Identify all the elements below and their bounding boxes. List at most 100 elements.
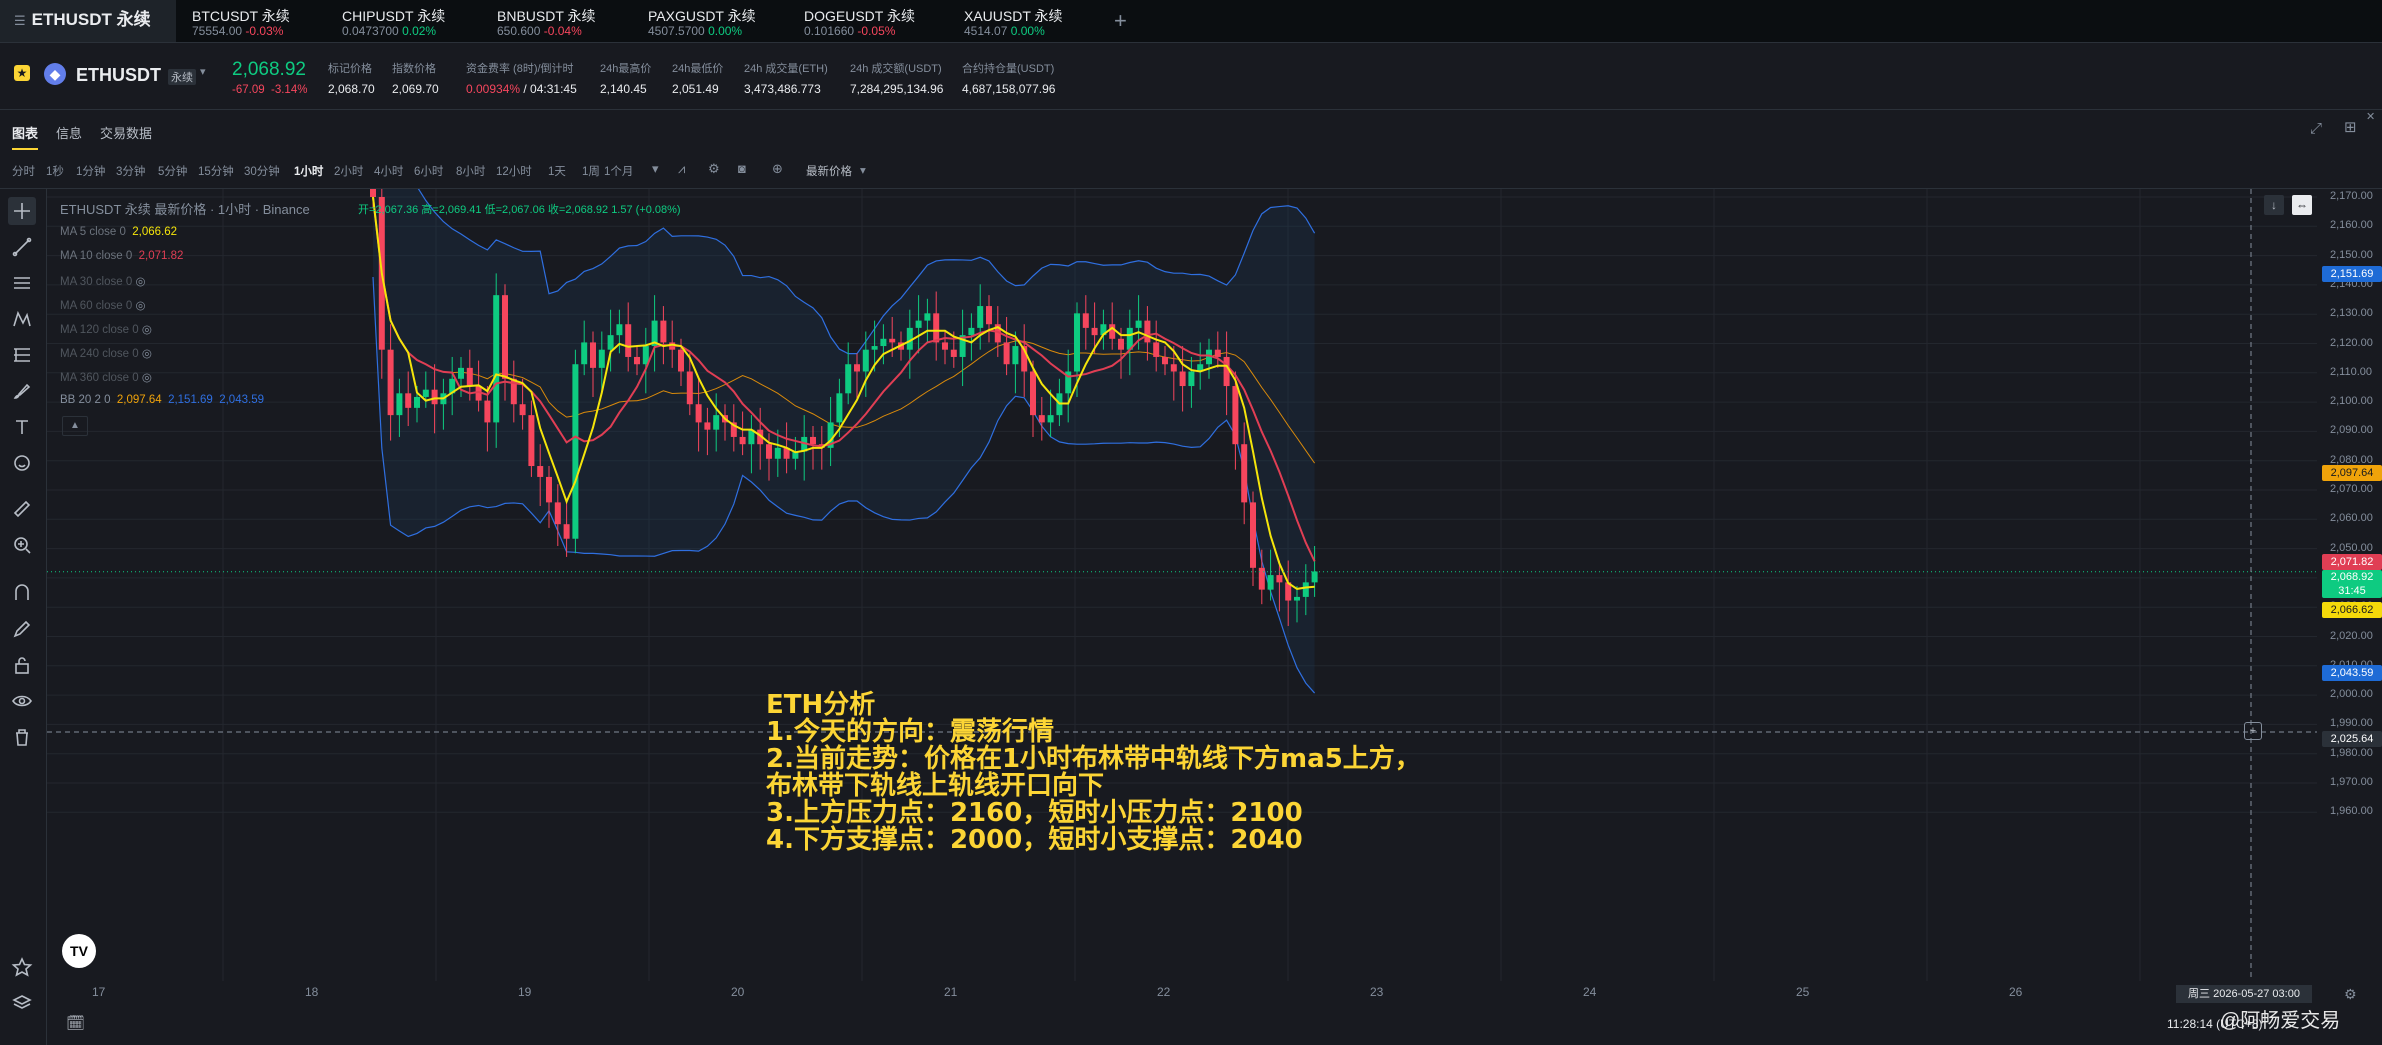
lock-icon[interactable]: [8, 651, 36, 679]
candle-body: [1074, 313, 1080, 372]
trendline-icon[interactable]: [8, 233, 36, 261]
interval-5[interactable]: 15分钟: [198, 163, 234, 179]
eye-off-icon[interactable]: ◎: [142, 324, 152, 336]
add-tab-icon[interactable]: +: [1114, 8, 1127, 34]
legend-ma240: MA 240 close 0 ◎: [60, 346, 152, 360]
collapse-legend-icon[interactable]: ▲: [62, 416, 88, 436]
candle-body: [1302, 582, 1309, 597]
crosshair-icon[interactable]: [8, 197, 36, 225]
close-icon[interactable]: ✕: [2366, 110, 2375, 123]
candle-body: [854, 364, 860, 372]
tab-ethusdt[interactable]: ☰ ETHUSDT 永续: [0, 0, 176, 42]
eye-off-icon[interactable]: ◎: [135, 276, 145, 288]
tab-paxgusdt[interactable]: PAXGUSDT 永续 4507.5700 0.00%: [634, 0, 786, 42]
interval-11[interactable]: 8小时: [456, 163, 485, 179]
legend-key: MA 240 close 0: [60, 348, 139, 360]
interval-toolbar: 分时 1秒 1分钟 3分钟 5分钟 15分钟 30分钟 1小时 2小时 4小时 6小时 8小时 12小时…: [0, 150, 2382, 189]
candle-body: [1267, 575, 1274, 590]
emoji-icon[interactable]: [8, 449, 36, 477]
tab-btcusdt[interactable]: BTCUSDT 永续 75554.00 -0.03%: [178, 0, 328, 42]
fib-icon[interactable]: [8, 341, 36, 369]
text-icon[interactable]: [8, 413, 36, 441]
price-tick: 2,050.00: [2330, 541, 2373, 554]
horizontal-lines-icon[interactable]: [8, 269, 36, 297]
chevron-down-icon[interactable]: ▾: [200, 65, 206, 78]
interval-2[interactable]: 1分钟: [76, 163, 105, 179]
zoom-in-icon[interactable]: [8, 531, 36, 559]
interval-6[interactable]: 30分钟: [244, 163, 280, 179]
symbol-name[interactable]: ETHUSDT: [76, 65, 161, 86]
stat-24h-high: 24h最高价 2,140.45: [600, 60, 651, 96]
scroll-down-icon[interactable]: ↓: [2264, 195, 2284, 215]
layout-grid-icon[interactable]: ⊞: [2344, 118, 2357, 136]
interval-4[interactable]: 5分钟: [158, 163, 187, 179]
tab-dogeusdt[interactable]: DOGEUSDT 永续 0.101660 -0.05%: [790, 0, 950, 42]
candle-body: [458, 367, 464, 379]
interval-8[interactable]: 2小时: [334, 163, 363, 179]
chevron-down-icon[interactable]: ▾: [652, 161, 659, 177]
favorite-star-icon[interactable]: ★: [14, 65, 30, 81]
tradingview-logo-icon[interactable]: TV: [62, 934, 96, 968]
expand-icon[interactable]: ⤢: [2310, 120, 2322, 137]
interval-10[interactable]: 6小时: [414, 163, 443, 179]
tab-trading-data[interactable]: 交易数据: [100, 123, 152, 142]
pattern-icon[interactable]: [8, 305, 36, 333]
tab-chart[interactable]: 图表: [12, 123, 39, 150]
settings-gear-icon[interactable]: ⚙: [2344, 986, 2357, 1003]
magnet-icon[interactable]: [8, 579, 36, 607]
symbol-tab-bar: ☰ ETHUSDT 永续 BTCUSDT 永续 75554.00 -0.03% C…: [0, 0, 2382, 43]
trash-icon[interactable]: [8, 723, 36, 751]
tab-chipusdt[interactable]: CHIPUSDT 永续 0.0473700 0.02%: [328, 0, 480, 42]
interval-14[interactable]: 1周: [582, 163, 600, 179]
interval-13[interactable]: 1天: [548, 163, 566, 179]
price-tick: 2,020.00: [2330, 629, 2373, 642]
ruler-icon[interactable]: [8, 495, 36, 523]
eye-off-icon[interactable]: ◎: [142, 372, 152, 384]
tab-bnbusdt[interactable]: BNBUSDT 永续 650.600 -0.04%: [483, 0, 633, 42]
legend-ma120: MA 120 close 0 ◎: [60, 322, 152, 336]
time-tick: 22: [1157, 985, 1171, 999]
eye-off-icon[interactable]: ◎: [135, 300, 145, 312]
auto-scale-icon[interactable]: ⇔: [2292, 195, 2312, 215]
interval-7[interactable]: 1小时: [294, 163, 323, 179]
interval-12[interactable]: 12小时: [496, 163, 532, 179]
stat-funding-rate: 资金费率 (8时)/倒计时 0.00934% / 04:31:45: [466, 60, 577, 96]
star-icon[interactable]: [8, 953, 36, 981]
interval-3[interactable]: 3分钟: [116, 163, 145, 179]
calendar-icon[interactable]: 🗓: [66, 1014, 85, 1032]
plus-circle-icon[interactable]: ⊕: [772, 161, 783, 177]
candle-body: [1179, 371, 1186, 387]
layers-icon[interactable]: [8, 989, 36, 1017]
price-tick: 2,150.00: [2330, 248, 2373, 261]
tab-xauusdt[interactable]: XAUUSDT 永续 4514.07 0.00%: [950, 0, 1100, 42]
eye-icon[interactable]: [8, 687, 36, 715]
interval-1[interactable]: 1秒: [46, 163, 64, 179]
brush-icon[interactable]: [8, 377, 36, 405]
tab-change: 0.00%: [1010, 24, 1045, 38]
indicator-icon[interactable]: ⩘: [678, 161, 685, 177]
interval-9[interactable]: 4小时: [374, 163, 403, 179]
add-order-icon[interactable]: +: [2244, 722, 2262, 740]
chart-style-icon[interactable]: ⚙: [708, 161, 720, 177]
camera-icon[interactable]: ◙: [738, 161, 746, 176]
candle-body: [1162, 356, 1168, 365]
interval-15[interactable]: 1个月: [604, 163, 633, 179]
interval-0[interactable]: 分时: [12, 163, 35, 179]
eye-off-icon[interactable]: ◎: [142, 348, 152, 360]
candlestick-chart[interactable]: [47, 189, 2317, 981]
price-tag: 2,097.64: [2322, 465, 2382, 481]
candle-body: [1144, 320, 1151, 343]
annotation-line: 3.上方压力点：2160，短时小压力点：2100: [766, 798, 1303, 828]
annotation-line: 4.下方支撑点：2000，短时小支撑点：2040: [766, 825, 1303, 855]
price-mode-select[interactable]: 最新价格: [806, 163, 852, 179]
candle-body: [616, 324, 623, 336]
chevron-down-icon[interactable]: ▾: [860, 163, 866, 177]
time-tick: 23: [1370, 985, 1384, 999]
stat-label: 资金费率 (8时)/倒计时: [466, 63, 574, 75]
chart-legend-ohlc: 开=2,067.36 高=2,069.41 低=2,067.06 收=2,068…: [358, 204, 681, 216]
price-tick: 2,090.00: [2330, 424, 2373, 437]
candle-body: [1170, 364, 1177, 372]
lock-pencil-icon[interactable]: [8, 615, 36, 643]
stat-value: 2,069.70: [392, 82, 439, 96]
tab-info[interactable]: 信息: [56, 123, 82, 142]
